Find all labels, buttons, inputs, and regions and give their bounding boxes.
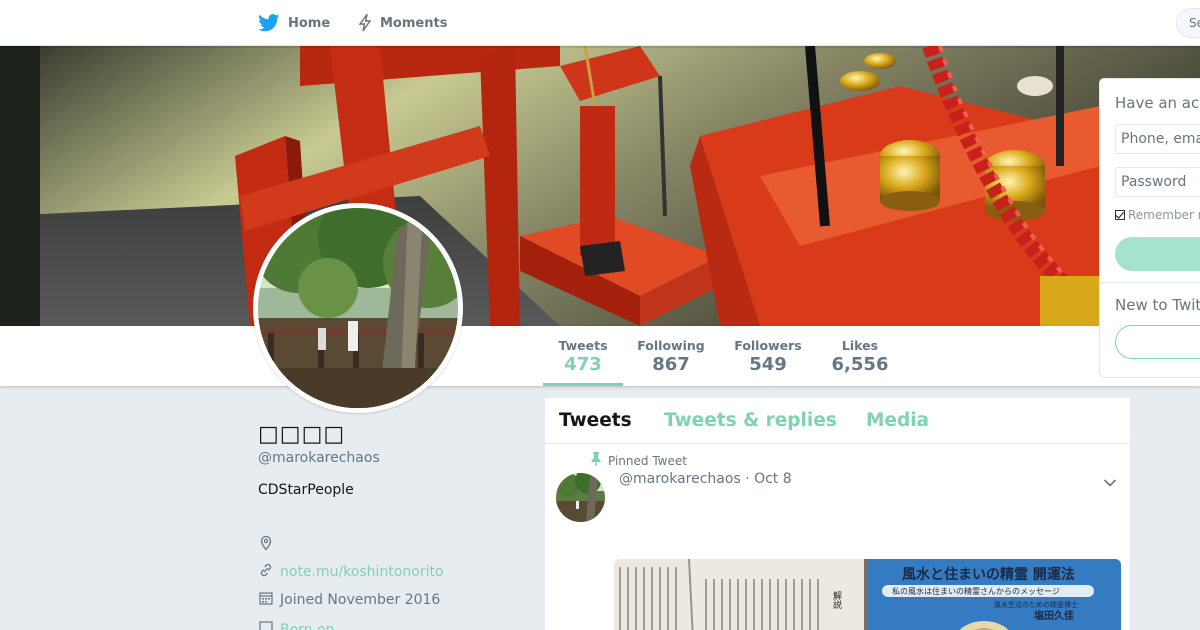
profile-handle[interactable]: @marokarechaos [258, 450, 380, 466]
remember-checkbox[interactable] [1115, 210, 1125, 220]
tweet-media-image: 解説 風水と住まいの精霊 開運法 私の風水は住まいの精霊さんからのメッセージ 風… [614, 559, 1121, 630]
tweet-avatar-image [556, 473, 605, 522]
nav-home-label: Home [288, 15, 331, 31]
tweet-media[interactable]: 解説 風水と住まいの精霊 開運法 私の風水は住まいの精霊さんからのメッセージ 風… [614, 559, 1121, 630]
search-input[interactable]: Se [1176, 8, 1200, 38]
profile-banner [0, 46, 1200, 326]
stat-followers[interactable]: Followers 549 [728, 326, 808, 386]
nav-moments-label: Moments [380, 15, 448, 31]
remember-me[interactable]: Remember m [1115, 208, 1200, 222]
top-navigation: Home Moments Se [0, 0, 1200, 46]
lightning-icon [358, 14, 372, 32]
location-pin-icon [258, 535, 274, 555]
book-author: 塩田久佳 [1034, 609, 1074, 622]
born-text[interactable]: Born on ... [280, 622, 352, 630]
timeline-tabs: Tweets Tweets & replies Media [545, 398, 1130, 444]
profile-url-row: note.mu/koshintonorito [258, 562, 444, 582]
twitter-bird-icon [258, 14, 280, 32]
login-button[interactable] [1115, 237, 1200, 271]
tab-tweets-replies[interactable]: Tweets & replies [664, 410, 837, 431]
password-input[interactable]: Password [1115, 167, 1200, 197]
divider [1100, 282, 1200, 283]
book-subtitle: 私の風水は住まいの精霊さんからのメッセージ [892, 586, 1060, 596]
profile-joined: Joined November 2016 [258, 590, 440, 610]
profile-location [258, 535, 280, 555]
pin-icon [590, 452, 602, 469]
chevron-down-icon[interactable] [1103, 473, 1117, 492]
calendar-icon [258, 590, 274, 610]
profile-avatar[interactable] [253, 203, 463, 413]
profile-born: Born on ... [258, 620, 352, 630]
stat-value: 473 [564, 354, 602, 375]
nav-home[interactable]: Home [258, 0, 330, 46]
tab-media[interactable]: Media [866, 410, 929, 431]
login-card: Have an acc Phone, ema Password Remember… [1099, 78, 1200, 378]
balloon-icon [258, 620, 274, 630]
new-to-twitter-label: New to Twitt [1115, 296, 1200, 314]
book-author-role: 風水生活のための精霊博士 [994, 600, 1078, 609]
stat-value: 867 [652, 354, 690, 375]
login-title: Have an acc [1115, 94, 1200, 112]
stat-value: 6,556 [831, 354, 889, 375]
pinned-indicator: Pinned Tweet [590, 452, 687, 469]
profile-url-link[interactable]: note.mu/koshintonorito [280, 564, 444, 580]
stat-label: Followers [734, 338, 802, 353]
stat-value: 549 [749, 354, 787, 375]
book-page-heading: 解説 [831, 590, 842, 610]
phone-email-input[interactable]: Phone, ema [1115, 124, 1200, 154]
pinned-label: Pinned Tweet [608, 453, 687, 468]
profile-stats-bar: Tweets 473 Following 867 Followers 549 L… [0, 326, 1200, 386]
tweet-avatar[interactable] [556, 473, 605, 522]
signup-button[interactable] [1115, 325, 1200, 359]
stat-likes[interactable]: Likes 6,556 [822, 326, 898, 386]
profile-bio: CDStarPeople [258, 482, 354, 498]
book-title: 風水と住まいの精霊 開運法 [902, 566, 1075, 583]
joined-text: Joined November 2016 [280, 592, 441, 608]
nav-moments[interactable]: Moments [358, 0, 447, 46]
stat-tweets[interactable]: Tweets 473 [543, 326, 623, 386]
avatar-image [258, 208, 458, 408]
banner-image [0, 46, 1200, 326]
stat-label: Tweets [558, 338, 608, 353]
stat-following[interactable]: Following 867 [630, 326, 712, 386]
link-icon [258, 562, 274, 582]
remember-label: Remember m [1128, 208, 1200, 222]
tab-tweets[interactable]: Tweets [559, 410, 632, 431]
stat-label: Likes [841, 338, 879, 353]
tweet-header[interactable]: @marokarechaos · Oct 8 [619, 471, 792, 487]
profile-name[interactable]: □□□□ [258, 422, 345, 447]
timeline: Tweets Tweets & replies Media Pinned Twe… [544, 397, 1131, 630]
stat-label: Following [637, 338, 705, 353]
